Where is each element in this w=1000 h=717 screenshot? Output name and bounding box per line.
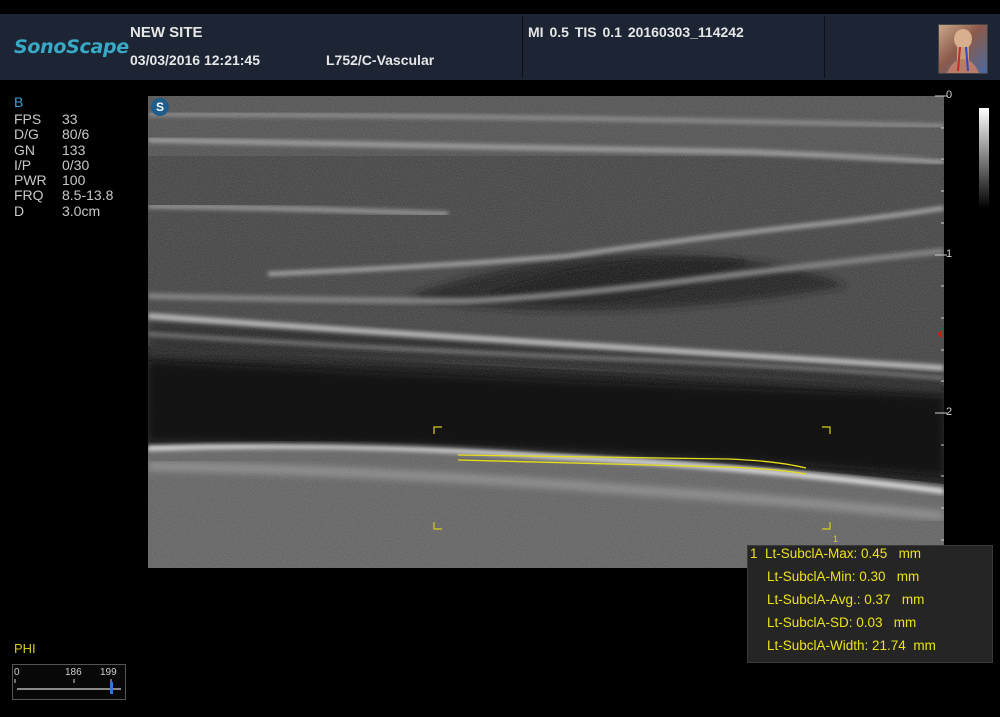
measurement-row: 1 Lt-SubclA-Max: 0.45 mm (750, 546, 922, 561)
acquisition-parameters: FPS 33 D/G 80/6 GN 133 I/P 0/30 PWR 100 FRQ 8.… (14, 111, 114, 219)
measurement-row: Lt-SubclA-Min: 0.30 mm (767, 569, 920, 584)
depth-label: 1 (946, 248, 953, 260)
header-divider (824, 16, 825, 78)
param-value: 33 (62, 111, 78, 127)
depth-label: 2 (946, 406, 953, 418)
header-divider (522, 16, 523, 78)
param-key: PWR (14, 172, 47, 189)
measurement-row: Lt-SubclA-Width: 21.74 mm (767, 638, 936, 653)
probe-preset: L752/C-Vascular (326, 52, 435, 68)
site-name: NEW SITE (130, 24, 203, 41)
mi-tis-readout: MI 0.5 TIS 0.1 20160303_114242 (528, 24, 744, 40)
body-neck-anatomy-icon[interactable] (938, 24, 988, 74)
exam-datetime: 03/03/2016 12:21:45 (130, 52, 260, 68)
depth-scale (935, 90, 955, 570)
param-row: FRQ 8.5-13.8 (14, 187, 114, 204)
param-row: I/P 0/30 (14, 156, 113, 173)
param-key: GN (14, 141, 35, 158)
probe-orientation-badge: S (151, 98, 169, 116)
param-key: FPS (14, 111, 42, 127)
param-value: 100 (62, 172, 86, 189)
param-value: 0/30 (62, 156, 90, 173)
phi-slider-handle[interactable] (110, 682, 113, 694)
param-value: 133 (62, 141, 86, 158)
param-key: D (14, 202, 25, 219)
depth-label: 0 (946, 89, 953, 101)
param-key: FRQ (14, 187, 44, 204)
phi-label: PHI (14, 641, 36, 656)
measurement-results-panel: 1 Lt-SubclA-Max: 0.45 mm Lt-SubclA-Min: … (747, 545, 993, 663)
param-key: D/G (14, 126, 39, 143)
param-row: GN 133 (14, 141, 113, 158)
param-value: 8.5-13.8 (62, 187, 114, 204)
param-row: PWR 100 (14, 172, 113, 189)
param-row: D/G 80/6 (14, 126, 113, 143)
measurement-row: Lt-SubclA-SD: 0.03 mm (767, 615, 917, 630)
imaging-mode-label: B (14, 94, 24, 110)
param-value: 3.0cm (62, 202, 101, 219)
header-bar: SonoScape NEW SITE 03/03/2016 12:21:45 L… (0, 14, 1000, 80)
roi-number-label: 1 (833, 534, 839, 544)
param-value: 80/6 (62, 126, 90, 143)
brand-logo: SonoScape (14, 36, 129, 58)
measurement-row: Lt-SubclA-Avg.: 0.37 mm (767, 592, 925, 607)
ultrasound-image[interactable] (148, 96, 944, 568)
phi-slider[interactable]: 0 186 199 (12, 664, 126, 700)
param-row: FPS 33 (14, 111, 113, 127)
grayscale-bar (979, 108, 989, 208)
focus-marker-icon (937, 330, 942, 338)
param-key: I/P (14, 156, 32, 173)
param-row: D 3.0cm (14, 202, 113, 219)
